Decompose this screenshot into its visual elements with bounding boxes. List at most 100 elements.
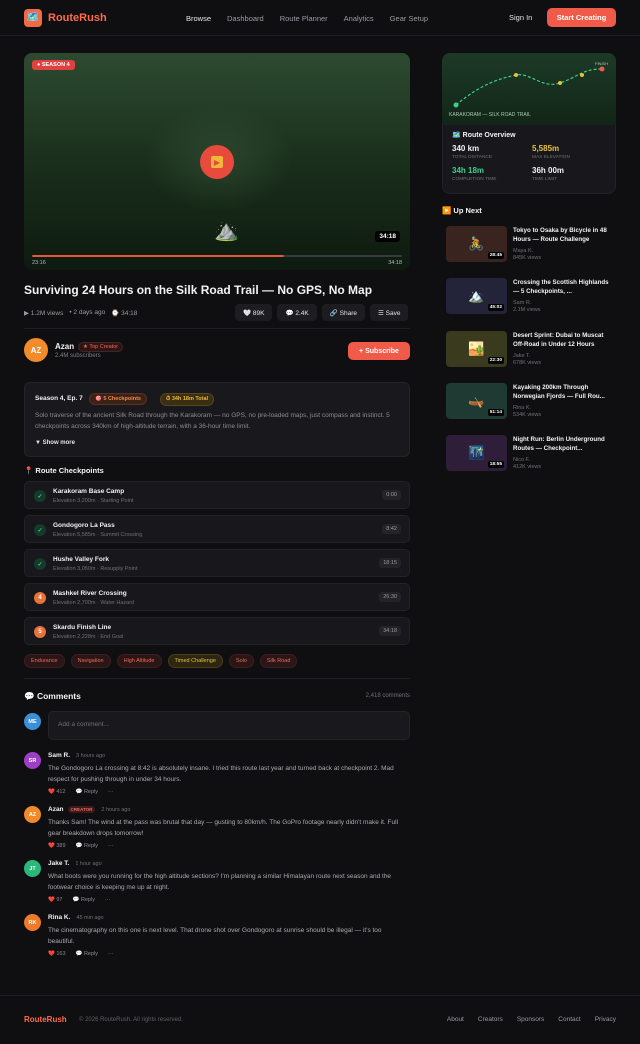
up-next-title[interactable]: Desert Sprint: Dubai to Muscat Off-Road … bbox=[513, 331, 616, 349]
checkpoint-name: Gondogoro La Pass bbox=[53, 522, 115, 529]
comment-text: The cinematography on this one is next l… bbox=[48, 927, 382, 945]
video-thumbnail[interactable]: 🛶 51:14 bbox=[446, 383, 507, 419]
checkpoint-name: Skardu Finish Line bbox=[53, 624, 112, 631]
comment-like-button[interactable]: ❤️ 412 bbox=[48, 789, 66, 795]
video-thumbnail[interactable]: 🌃 18:55 bbox=[446, 435, 507, 471]
up-next-item[interactable]: 🛶 51:14 Kayaking 200km Through Norwegian… bbox=[446, 383, 616, 419]
comment-input[interactable]: Add a comment... bbox=[48, 711, 410, 740]
checkpoints-pill: 🎯 5 Checkpoints bbox=[89, 393, 147, 405]
commenter-name[interactable]: Jake T. bbox=[48, 860, 69, 867]
nav-gear-setup[interactable]: Gear Setup bbox=[390, 14, 428, 23]
up-next-item[interactable]: 🏔️ 45:02 Crossing the Scottish Highlands… bbox=[446, 278, 616, 314]
up-next-title[interactable]: Night Run: Berlin Underground Routes — C… bbox=[513, 435, 616, 453]
commenter-avatar[interactable]: SR bbox=[24, 752, 41, 769]
comment-more-button[interactable]: ··· bbox=[105, 897, 111, 903]
tag[interactable]: Silk Road bbox=[259, 654, 298, 668]
up-next-views: 678K views bbox=[513, 360, 542, 366]
thumbnail-duration: 18:55 bbox=[487, 461, 504, 468]
comments-button[interactable]: 💬 2.4K bbox=[277, 304, 317, 321]
comment-reply-button[interactable]: 💬 Reply bbox=[76, 789, 98, 795]
comment-more-button[interactable]: ··· bbox=[108, 843, 114, 849]
video-thumbnail[interactable]: 🏔️ 45:02 bbox=[446, 278, 507, 314]
play-button[interactable]: ▶ bbox=[200, 145, 234, 179]
route-overview-title: 🗺️ Route Overview bbox=[452, 132, 516, 139]
tag[interactable]: Navigation bbox=[70, 654, 111, 668]
stat-label: MAX ELEVATION bbox=[532, 155, 570, 160]
footer-link-contact[interactable]: Contact bbox=[558, 1016, 580, 1023]
checkpoint-time[interactable]: 0:00 bbox=[382, 490, 401, 500]
video-player[interactable]: ● SEASON 4 ⛰️ ▶ 34:18 23:16 34:18 bbox=[24, 53, 410, 270]
up-next-views: 845K views bbox=[513, 255, 542, 261]
footer-logo[interactable]: RouteRush bbox=[24, 1015, 67, 1024]
commenter-name[interactable]: Rina K. bbox=[48, 914, 70, 921]
checkpoint-time[interactable]: 26:30 bbox=[379, 592, 401, 602]
save-button[interactable]: ☰ Save bbox=[370, 304, 409, 321]
video-thumbnail[interactable]: 🚴 28:45 bbox=[446, 226, 507, 262]
my-avatar: ME bbox=[24, 713, 41, 730]
checkpoint-status-icon: ✓ bbox=[34, 490, 46, 502]
checkpoint-row[interactable]: 4 Mashkel River Crossing Elevation 2,700… bbox=[24, 583, 410, 611]
checkpoint-row[interactable]: ✓ Hushe Valley Fork Elevation 3,050m · R… bbox=[24, 549, 410, 577]
divider bbox=[24, 678, 410, 679]
checkpoint-row[interactable]: ✓ Gondogoro La Pass Elevation 5,585m · S… bbox=[24, 515, 410, 543]
up-next-title[interactable]: Tokyo to Osaka by Bicycle in 48 Hours — … bbox=[513, 226, 616, 244]
checkpoint-time[interactable]: 8:42 bbox=[382, 524, 401, 534]
video-thumbnail[interactable]: 🏜️ 22:30 bbox=[446, 331, 507, 367]
comment-reply-button[interactable]: 💬 Reply bbox=[76, 843, 98, 849]
comment-more-button[interactable]: ··· bbox=[108, 789, 114, 795]
progress-bar[interactable] bbox=[32, 255, 402, 257]
up-next-title[interactable]: Crossing the Scottish Highlands — 5 Chec… bbox=[513, 278, 616, 296]
video-title: Surviving 24 Hours on the Silk Road Trai… bbox=[24, 283, 373, 297]
comment-like-button[interactable]: ❤️ 97 bbox=[48, 897, 63, 903]
nav-route-planner[interactable]: Route Planner bbox=[280, 14, 328, 23]
tag[interactable]: Timed Challenge bbox=[167, 654, 223, 668]
comment-count: 2,418 comments bbox=[365, 693, 410, 699]
divider bbox=[24, 328, 410, 329]
up-next-title[interactable]: Kayaking 200km Through Norwegian Fjords … bbox=[513, 383, 616, 401]
commenter-avatar[interactable]: AZ bbox=[24, 806, 41, 823]
up-next-item[interactable]: 🏜️ 22:30 Desert Sprint: Dubai to Muscat … bbox=[446, 331, 616, 367]
tag[interactable]: Endurance bbox=[24, 654, 65, 668]
footer-link-privacy[interactable]: Privacy bbox=[595, 1016, 616, 1023]
channel-avatar[interactable]: AZ bbox=[24, 338, 48, 362]
thumbnail-icon: 🚴 bbox=[468, 236, 485, 251]
up-next-item[interactable]: 🌃 18:55 Night Run: Berlin Underground Ro… bbox=[446, 435, 616, 471]
nav-dashboard[interactable]: Dashboard bbox=[227, 14, 264, 23]
footer-links: About Creators Sponsors Contact Privacy bbox=[447, 1016, 616, 1023]
checkpoint-time[interactable]: 34:18 bbox=[379, 626, 401, 636]
route-map[interactable]: KARAKORAM — SILK ROAD TRAIL FINISH bbox=[442, 53, 616, 125]
checkpoint-row[interactable]: ✓ Karakoram Base Camp Elevation 3,200m ·… bbox=[24, 481, 410, 509]
footer-link-creators[interactable]: Creators bbox=[478, 1016, 503, 1023]
comment-reply-button[interactable]: 💬 Reply bbox=[73, 897, 95, 903]
tag[interactable]: High Altitude bbox=[116, 654, 162, 668]
comment-more-button[interactable]: ··· bbox=[108, 951, 114, 957]
commenter-avatar[interactable]: JT bbox=[24, 860, 41, 877]
logo[interactable]: 🗺️ RouteRush bbox=[24, 8, 107, 27]
checkpoint-details: Elevation 2,700m · Water Hazard bbox=[53, 600, 135, 606]
tag[interactable]: Solo bbox=[228, 654, 254, 668]
commenter-name[interactable]: Sam R. bbox=[48, 752, 70, 759]
nav-analytics[interactable]: Analytics bbox=[344, 14, 374, 23]
comment-like-button[interactable]: ❤️ 163 bbox=[48, 951, 66, 957]
footer-link-about[interactable]: About bbox=[447, 1016, 464, 1023]
description-box: Season 4, Ep. 7 🎯 5 Checkpoints ⏱ 34h 18… bbox=[24, 382, 410, 457]
up-next-views: 412K views bbox=[513, 464, 542, 470]
footer-link-sponsors[interactable]: Sponsors bbox=[517, 1016, 544, 1023]
video-duration: 34:18 bbox=[375, 231, 400, 242]
channel-name[interactable]: Azan bbox=[55, 342, 74, 351]
comment-reply-button[interactable]: 💬 Reply bbox=[76, 951, 98, 957]
checkpoint-time[interactable]: 18:15 bbox=[379, 558, 401, 568]
subscribe-button[interactable]: + Subscribe bbox=[348, 342, 410, 360]
commenter-avatar[interactable]: RK bbox=[24, 914, 41, 931]
start-creating-button[interactable]: Start Creating bbox=[547, 8, 616, 27]
sign-in-link[interactable]: Sign In bbox=[509, 13, 532, 22]
comment-like-button[interactable]: ❤️ 389 bbox=[48, 843, 66, 849]
nav-browse[interactable]: Browse bbox=[186, 14, 211, 23]
checkpoint-row[interactable]: 5 Skardu Finish Line Elevation 2,228m · … bbox=[24, 617, 410, 645]
show-more-button[interactable]: ▼ Show more bbox=[35, 440, 75, 446]
like-button[interactable]: 🤍 89K bbox=[235, 304, 273, 321]
up-next-item[interactable]: 🚴 28:45 Tokyo to Osaka by Bicycle in 48 … bbox=[446, 226, 616, 262]
share-button[interactable]: 🔗 Share bbox=[321, 304, 365, 321]
commenter-name[interactable]: Azan bbox=[48, 806, 64, 813]
stat-label: TIME LIMIT bbox=[532, 177, 558, 182]
